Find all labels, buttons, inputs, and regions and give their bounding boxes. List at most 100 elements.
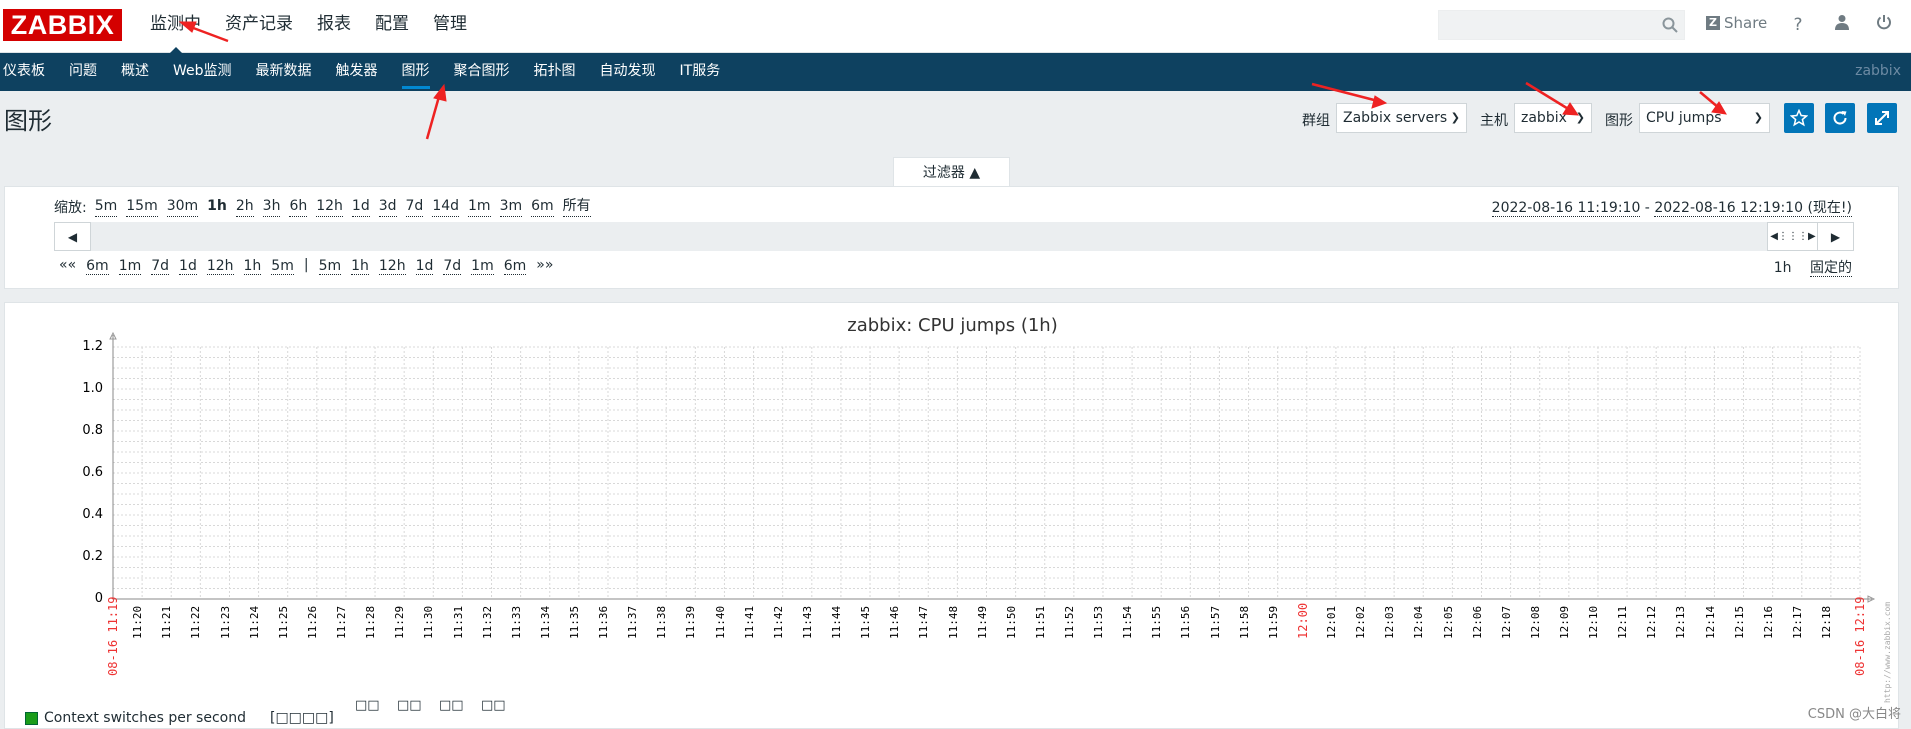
- range-from[interactable]: 2022-08-16 11:19:10: [1491, 200, 1641, 217]
- zoom-option[interactable]: 1m: [468, 197, 491, 217]
- graph-select-value: CPU jumps: [1646, 110, 1722, 126]
- fullscreen-button[interactable]: [1867, 103, 1897, 133]
- x-tick-label: 11:32: [480, 605, 494, 639]
- shift-back-option[interactable]: 12h: [206, 257, 234, 275]
- x-tick-label: 11:39: [684, 605, 698, 639]
- shift-forward-option[interactable]: 7d: [443, 257, 462, 275]
- timeline-next-button[interactable]: ▶: [1817, 222, 1854, 251]
- host-select[interactable]: zabbix ❯: [1514, 103, 1592, 133]
- zoom-option[interactable]: 5m: [94, 197, 118, 217]
- shift-back-option[interactable]: 5m: [271, 257, 294, 275]
- favorite-button[interactable]: [1784, 103, 1814, 133]
- shift-back-option[interactable]: 1d: [179, 257, 197, 275]
- timeline-prev-button[interactable]: ◀: [54, 222, 91, 251]
- time-filter-panel: 缩放: 5m 15m 30m 1h 2h 3h 6h 12h 1d 3d 7d 14d 1m 3m 6m 所有…: [4, 186, 1899, 289]
- zoom-option[interactable]: 3m: [499, 197, 523, 217]
- legend-extra: [□□□□]: [269, 710, 334, 726]
- subnav-item[interactable]: Web监测: [161, 53, 244, 91]
- main-nav-item[interactable]: 配置: [363, 0, 421, 53]
- zoom-option[interactable]: 6m: [531, 197, 554, 217]
- legend-col-head: □□: [397, 698, 422, 713]
- x-tick-label: 11:29: [393, 605, 407, 639]
- x-tick-label: 11:40: [713, 605, 727, 639]
- zoom-option[interactable]: 14d: [432, 197, 460, 217]
- x-tick-label: 11:47: [917, 605, 931, 639]
- user-icon[interactable]: [1831, 14, 1853, 36]
- shift-forward-option[interactable]: 5m: [318, 257, 342, 275]
- fixed-toggle[interactable]: 固定的: [1810, 260, 1852, 277]
- subnav-item[interactable]: 问题: [57, 53, 109, 91]
- shift-back-option[interactable]: 7d: [151, 257, 170, 275]
- x-tick-label: 11:33: [509, 605, 523, 639]
- caret-left-icon: ◀: [67, 229, 78, 244]
- fullscreen-icon: [1875, 111, 1889, 125]
- group-select[interactable]: Zabbix servers ❯: [1336, 103, 1467, 133]
- shift-back-option[interactable]: 1h: [243, 257, 262, 275]
- subnav-item[interactable]: 概述: [109, 53, 161, 91]
- subnav-item[interactable]: 触发器: [324, 53, 390, 91]
- main-nav-item[interactable]: 管理: [421, 0, 479, 53]
- x-tick-label: 12:09: [1557, 605, 1571, 639]
- shift-forward-option[interactable]: 1m: [471, 257, 494, 275]
- graph-select[interactable]: CPU jumps ❯: [1639, 103, 1770, 133]
- filter-tab[interactable]: 过滤器 ▲: [893, 157, 1010, 187]
- main-nav-item[interactable]: 监测中: [138, 0, 213, 54]
- subnav-item[interactable]: 聚合图形: [442, 53, 522, 91]
- zoom-option[interactable]: 所有: [562, 197, 591, 217]
- help-icon[interactable]: ?: [1787, 14, 1809, 36]
- timeline-slider-handle[interactable]: ◀⋮⋮⋮▶: [1767, 222, 1819, 251]
- y-tick-label: 0: [94, 591, 103, 606]
- subnav-item[interactable]: 最新数据: [244, 53, 324, 91]
- shift-back-option[interactable]: 1m: [118, 257, 142, 275]
- subnav-item[interactable]: IT服务: [668, 53, 733, 91]
- legend-col-head: □□: [355, 698, 380, 713]
- shift-forward-option-label: 7d: [443, 258, 462, 275]
- zoom-option[interactable]: 15m: [126, 197, 158, 217]
- shift-forward-option[interactable]: 12h: [378, 257, 406, 275]
- current-user: zabbix: [1855, 63, 1901, 79]
- shift-forward-option[interactable]: 6m: [503, 257, 527, 275]
- group-select-value: Zabbix servers: [1343, 110, 1448, 126]
- refresh-button[interactable]: [1825, 103, 1855, 133]
- range-separator: -: [1640, 200, 1655, 216]
- timeline-bar[interactable]: ◀ ◀⋮⋮⋮▶ ▶: [54, 222, 1854, 251]
- x-tick-label: 12:14: [1703, 605, 1717, 639]
- zoom-option[interactable]: 30m: [166, 197, 199, 217]
- zoom-option[interactable]: 7d: [405, 197, 424, 217]
- legend-col-head: □□: [439, 698, 464, 713]
- shift-back-option[interactable]: 6m: [86, 257, 109, 275]
- zoom-option[interactable]: 3d: [378, 197, 397, 217]
- graph-plot[interactable]: [5, 303, 1899, 729]
- zabbix-logo[interactable]: ZABBIX: [3, 9, 122, 41]
- x-tick-label: 11:36: [597, 605, 611, 639]
- main-nav-item[interactable]: 资产记录: [213, 0, 305, 53]
- range-to[interactable]: 2022-08-16 12:19:10 (现在!): [1654, 200, 1852, 217]
- shift-forward-option[interactable]: 1d: [415, 257, 434, 275]
- host-label: 主机: [1480, 113, 1508, 129]
- zoom-option[interactable]: 6h: [289, 197, 308, 217]
- x-tick-label: 11:22: [189, 605, 203, 639]
- shift-forward-option-label: 1d: [415, 258, 434, 275]
- zoom-option[interactable]: 3h: [262, 197, 281, 217]
- x-tick-label: 12:13: [1674, 605, 1688, 639]
- x-tick-label: 12:07: [1499, 605, 1513, 639]
- x-tick-label: 11:20: [131, 605, 145, 639]
- search-input[interactable]: [1438, 10, 1685, 40]
- zoom-option[interactable]: 1d: [351, 197, 370, 217]
- shift-forward-option[interactable]: 1h: [351, 257, 369, 275]
- subnav-item[interactable]: 图形: [390, 53, 442, 91]
- share-button[interactable]: Z Share: [1706, 14, 1767, 32]
- x-tick-label: 11:30: [422, 605, 436, 639]
- zoom-option[interactable]: 12h: [316, 197, 343, 217]
- y-tick-label: 0.2: [82, 549, 103, 564]
- zoom-option[interactable]: 1h: [207, 197, 227, 217]
- x-tick-label: 12:16: [1761, 605, 1775, 639]
- x-tick-label: 11:43: [800, 605, 814, 639]
- zoom-option[interactable]: 2h: [235, 197, 254, 217]
- main-nav-item[interactable]: 报表: [305, 0, 363, 53]
- power-icon[interactable]: [1873, 14, 1895, 36]
- subnav-item[interactable]: 自动发现: [588, 53, 668, 91]
- search-icon[interactable]: [1662, 17, 1678, 37]
- subnav-item[interactable]: 拓扑图: [522, 53, 588, 91]
- subnav-item[interactable]: 仪表板: [0, 53, 57, 91]
